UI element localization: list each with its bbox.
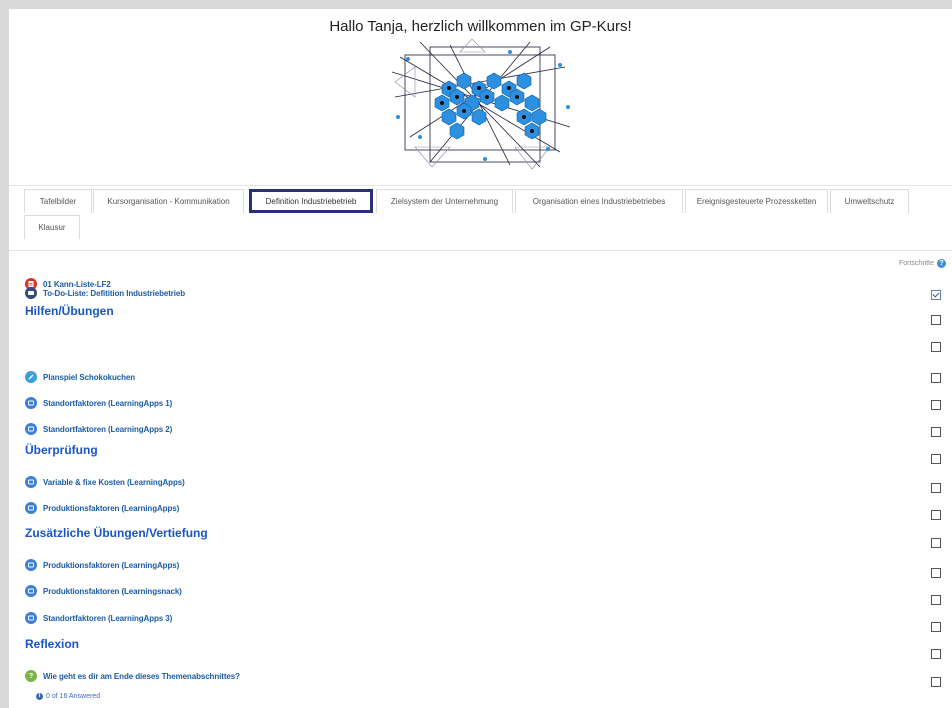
completion-checkbox-standort2[interactable] [931, 427, 941, 437]
completion-checkbox-zusaetzliche[interactable] [931, 538, 941, 548]
activity-todo-row[interactable]: To-Do-Liste: Defitition Industriebetrieb [25, 284, 952, 302]
completion-checkbox-standort3[interactable] [931, 622, 941, 632]
learningapp-icon [25, 559, 37, 571]
completion-checkbox-variable[interactable] [931, 483, 941, 493]
course-page: Hallo Tanja, herzlich willkommen im GP-K… [9, 9, 952, 708]
completion-checkbox-produktion2[interactable] [931, 568, 941, 578]
completion-checkbox-reflexion[interactable] [931, 649, 941, 659]
activity-link[interactable]: To-Do-Liste: Defitition Industriebetrieb [43, 289, 185, 298]
activity-link[interactable]: Variable & fixe Kosten (LearningApps) [43, 478, 185, 487]
progress-label: Fortschritte [898, 260, 934, 267]
section-heading-zusaetzliche: Zusätzliche Übungen/Vertiefung [25, 526, 208, 540]
tab-kursorganisation[interactable]: Kursorganisation - Kommunikation [93, 189, 244, 213]
activity-produktion2[interactable]: Produktionsfaktoren (LearningApps) [25, 556, 952, 574]
tab-organisation[interactable]: Organisation eines Industriebetriebes [515, 189, 683, 213]
completion-checkbox-hilfen[interactable] [931, 342, 941, 352]
completion-checkbox-todo[interactable] [931, 315, 941, 325]
tab-tafelbilder[interactable]: Tafelbilder [24, 189, 92, 213]
learningapp-icon [25, 397, 37, 409]
activity-link[interactable]: Standortfaktoren (LearningApps 3) [43, 614, 172, 623]
chat-icon [25, 287, 37, 299]
tab-klausur[interactable]: Klausur [24, 215, 80, 239]
activity-planspiel[interactable]: Planspiel Schokokuchen [25, 368, 952, 386]
course-banner-image [391, 38, 571, 170]
activity-standort3[interactable]: Standortfaktoren (LearningApps 3) [25, 609, 952, 627]
completion-checkbox-ueberpruefung[interactable] [931, 454, 941, 464]
learningapp-icon [25, 585, 37, 597]
activity-link[interactable]: Planspiel Schokokuchen [43, 373, 135, 382]
activity-link[interactable]: Standortfaktoren (LearningApps 1) [43, 399, 172, 408]
section-heading-ueberpruefung: Überprüfung [25, 443, 98, 457]
activity-produktion3[interactable]: Produktionsfaktoren (Learningsnack) [25, 582, 952, 600]
activity-link[interactable]: Produktionsfaktoren (LearningApps) [43, 561, 179, 570]
completion-checkbox-planspiel[interactable] [931, 373, 941, 383]
learningapp-icon [25, 476, 37, 488]
completion-checkbox-produktion3[interactable] [931, 595, 941, 605]
tab-prozessketten[interactable]: Ereignisgesteuerte Prozessketten [685, 189, 828, 213]
help-icon[interactable]: ? [937, 259, 946, 268]
activity-feedback[interactable]: ? Wie geht es dir am Ende dieses Themena… [25, 667, 952, 685]
learningapp-icon [25, 423, 37, 435]
section-heading-reflexion: Reflexion [25, 637, 80, 651]
completion-checkbox-standort1[interactable] [931, 400, 941, 410]
learningapp-icon [25, 502, 37, 514]
learningapp-icon [25, 612, 37, 624]
progress-header: Fortschritte ? [899, 259, 946, 268]
completion-checkbox-feedback[interactable] [931, 677, 941, 687]
welcome-heading: Hallo Tanja, herzlich willkommen im GP-K… [329, 18, 632, 35]
tabs-divider [9, 250, 952, 251]
activity-link[interactable]: Wie geht es dir am Ende dieses Themenabs… [43, 672, 240, 681]
tab-zielsystem[interactable]: Zielsystem der Unternehmung [376, 189, 513, 213]
activity-standort1[interactable]: Standortfaktoren (LearningApps 1) [25, 394, 952, 412]
activity-link[interactable]: Produktionsfaktoren (Learningsnack) [43, 587, 182, 596]
info-icon: i [36, 693, 43, 700]
tab-umweltschutz[interactable]: Umweltschutz [830, 189, 909, 213]
activity-variable-kosten[interactable]: Variable & fixe Kosten (LearningApps) [25, 473, 952, 491]
section-heading-hilfen: Hilfen/Übungen [25, 304, 114, 318]
activity-link[interactable]: Produktionsfaktoren (LearningApps) [43, 504, 179, 513]
tab-definition-industriebetrieb[interactable]: Definition Industriebetrieb [249, 189, 373, 213]
completion-checkbox-produktion1[interactable] [931, 510, 941, 520]
pencil-icon [25, 371, 37, 383]
answered-count: i 0 of 16 Answered [36, 693, 100, 700]
question-icon: ? [25, 670, 37, 682]
activity-standort2[interactable]: Standortfaktoren (LearningApps 2) [25, 420, 952, 438]
answered-label: 0 of 16 Answered [46, 693, 101, 700]
activity-link[interactable]: Standortfaktoren (LearningApps 2) [43, 425, 172, 434]
activity-produktion1[interactable]: Produktionsfaktoren (LearningApps) [25, 499, 952, 517]
header-divider [9, 185, 952, 186]
